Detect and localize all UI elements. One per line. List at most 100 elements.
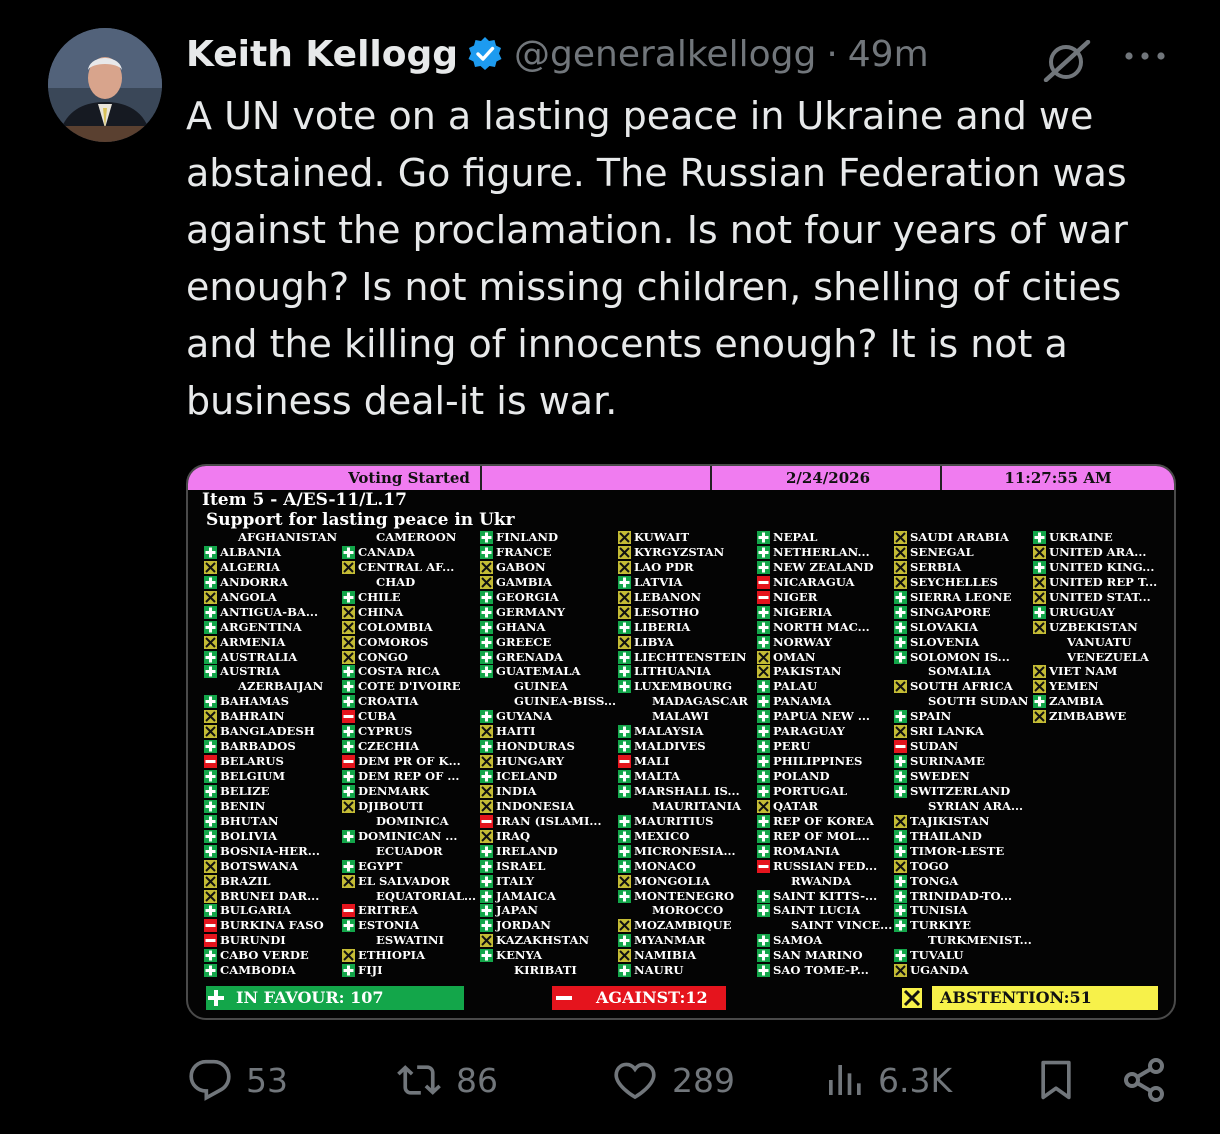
country-name: PALAU — [773, 679, 818, 694]
country-name: TONGA — [910, 873, 959, 888]
minus-icon — [894, 740, 907, 754]
attached-image-voting-board[interactable]: Voting Started 2/24/2026 11:27:55 AM Ite… — [186, 464, 1176, 1020]
country-name: ZAMBIA — [1049, 694, 1104, 709]
tweet-header: Keith Kellogg @generalkellogg · 49m — [186, 26, 929, 82]
plus-icon — [894, 904, 907, 918]
country-name: DENMARK — [358, 783, 430, 798]
plus-icon — [757, 755, 770, 769]
country-name: TOGO — [910, 858, 949, 873]
plus-icon — [757, 904, 770, 918]
repost-count: 86 — [456, 1060, 498, 1100]
country-name: INDONESIA — [496, 798, 575, 813]
country-name: NORTH MAC... — [773, 619, 870, 634]
country-name: SENEGAL — [910, 544, 974, 559]
post-time[interactable]: 49m — [848, 34, 929, 75]
country-name: MALAWI — [652, 709, 709, 724]
plus-icon — [204, 605, 217, 619]
country-name: GUINEA — [514, 679, 568, 694]
favour-total-bar: IN FAVOUR: 107 — [206, 986, 464, 1010]
country-name: BURKINA FASO — [220, 918, 324, 933]
x-box-icon — [204, 889, 217, 903]
country-name: ANGOLA — [220, 589, 277, 604]
country-name: JAPAN — [496, 903, 538, 918]
plus-icon — [342, 665, 355, 679]
country-name: ERITREA — [358, 903, 418, 918]
country-name: CANADA — [358, 544, 415, 559]
country-name: TUNISIA — [910, 903, 968, 918]
plus-icon — [757, 844, 770, 858]
country-name: LATVIA — [634, 574, 683, 589]
country-name: RWANDA — [791, 873, 852, 888]
plus-icon — [618, 650, 631, 664]
country-name: DEM PR OF K... — [358, 754, 461, 769]
action-bar: 53 86 289 6.3K — [0, 1050, 1220, 1110]
country-name: MALAYSIA — [634, 724, 704, 739]
plus-icon — [1033, 531, 1046, 544]
plus-icon — [757, 695, 770, 709]
share-button[interactable] — [1120, 1050, 1168, 1110]
avatar[interactable] — [48, 28, 162, 142]
plus-icon — [342, 919, 355, 933]
plus-icon — [342, 829, 355, 843]
country-name: ZIMBABWE — [1049, 709, 1127, 724]
favour-total: IN FAVOUR: 107 — [236, 988, 384, 1007]
views-button[interactable]: 6.3K — [824, 1050, 952, 1110]
x-box-icon — [618, 949, 631, 963]
country-name: ISRAEL — [496, 858, 546, 873]
country-name: NEW ZEALAND — [773, 559, 874, 574]
like-button[interactable]: 289 — [612, 1050, 735, 1110]
x-box-icon — [902, 988, 922, 1008]
country-name: MOZAMBIQUE — [634, 918, 732, 933]
plus-icon — [204, 904, 217, 918]
plus-icon — [618, 784, 631, 798]
plus-icon — [480, 859, 493, 873]
plus-icon — [342, 695, 355, 709]
minus-icon — [480, 814, 493, 828]
board-header-bar: Voting Started 2/24/2026 11:27:55 AM — [188, 466, 1174, 490]
plus-icon — [757, 964, 770, 978]
author-name[interactable]: Keith Kellogg — [186, 34, 458, 75]
country-name: CHINA — [358, 604, 404, 619]
x-box-icon — [204, 859, 217, 873]
plus-icon — [618, 665, 631, 679]
x-box-icon — [618, 635, 631, 649]
plus-icon — [618, 814, 631, 828]
more-icon[interactable] — [1122, 46, 1168, 66]
x-box-icon — [1033, 710, 1046, 724]
country-name: NAURU — [634, 963, 684, 978]
country-name: TAJIKISTAN — [910, 813, 990, 828]
repost-button[interactable]: 86 — [396, 1050, 498, 1110]
plus-icon — [894, 650, 907, 664]
grok-icon[interactable] — [1040, 39, 1094, 83]
country-name: NICARAGUA — [773, 574, 855, 589]
country-name: REP OF KOREA — [773, 813, 874, 828]
plus-icon — [894, 770, 907, 783]
plus-icon — [480, 904, 493, 918]
author-handle[interactable]: @generalkellogg — [514, 34, 816, 75]
country-name: GEORGIA — [496, 589, 559, 604]
plus-icon — [894, 874, 907, 888]
country-name: CZECHIA — [358, 739, 420, 754]
country-name: PAKISTAN — [773, 664, 842, 679]
country-name: MICRONESIA... — [634, 843, 736, 858]
board-item: Item 5 - A/ES-11/L.17 — [202, 490, 407, 510]
bookmark-button[interactable] — [1034, 1050, 1078, 1110]
plus-icon — [618, 829, 631, 843]
x-box-icon — [1033, 620, 1046, 634]
country-name: MONTENEGRO — [634, 888, 735, 903]
country-name: GERMANY — [496, 604, 566, 619]
reply-button[interactable]: 53 — [188, 1050, 288, 1110]
country-name: ESTONIA — [358, 918, 419, 933]
minus-icon — [554, 988, 574, 1008]
board-title: Support for lasting peace in Ukr — [206, 510, 515, 530]
plus-icon — [757, 545, 770, 559]
country-name: BOSNIA-HER... — [220, 843, 320, 858]
country-name: SIERRA LEONE — [910, 589, 1012, 604]
country-name: SWEDEN — [910, 769, 970, 783]
plus-icon — [204, 545, 217, 559]
verified-badge-icon[interactable] — [466, 35, 504, 73]
country-name: EQUATORIAL... — [376, 888, 477, 903]
repost-icon — [397, 1065, 441, 1095]
x-box-icon — [894, 531, 907, 544]
plus-icon — [894, 620, 907, 634]
